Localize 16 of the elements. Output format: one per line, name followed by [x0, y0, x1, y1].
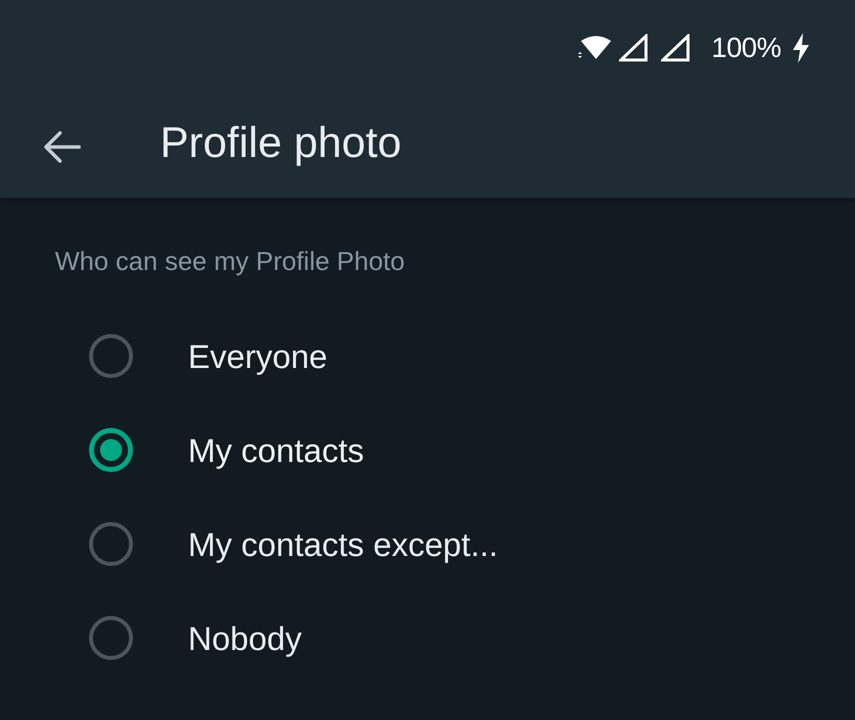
back-arrow-icon: [43, 130, 81, 162]
option-label[interactable]: My contacts except...: [188, 528, 498, 560]
signal-icon: [619, 34, 650, 62]
wifi-icon: [577, 35, 612, 61]
radio-button[interactable]: [89, 616, 133, 660]
signal-icon: [661, 34, 692, 62]
charging-bolt-icon: [791, 33, 811, 63]
radio-button[interactable]: [89, 334, 133, 378]
battery-percentage: 100%: [711, 34, 781, 62]
radio-button[interactable]: [89, 428, 133, 472]
section-heading: Who can see my Profile Photo: [54, 248, 406, 274]
option-label[interactable]: My contacts: [188, 434, 364, 466]
option-label[interactable]: Nobody: [188, 622, 302, 654]
page-title: Profile photo: [160, 122, 402, 165]
option-label[interactable]: Everyone: [188, 340, 328, 372]
radio-button[interactable]: [89, 522, 133, 566]
